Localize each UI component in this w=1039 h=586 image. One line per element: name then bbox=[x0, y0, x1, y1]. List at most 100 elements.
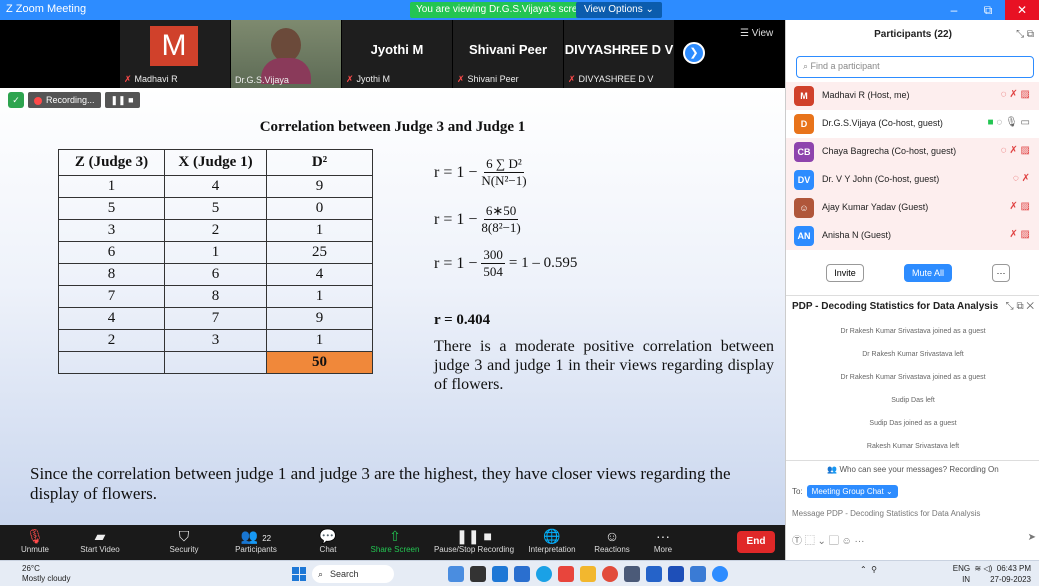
table-row: 479 bbox=[58, 307, 373, 330]
screenshot-icon[interactable]: ⬚ ⌄ bbox=[805, 536, 826, 547]
minimize-icon[interactable]: – bbox=[937, 0, 971, 20]
security-button[interactable]: ⛉ Security bbox=[160, 528, 208, 554]
participant-search-input[interactable]: ⌕ Find a participant bbox=[796, 56, 1034, 78]
maximize-icon[interactable]: ⧉ bbox=[971, 0, 1005, 20]
view-options-button[interactable]: View Options ⌄ bbox=[576, 2, 662, 18]
share-screen-button[interactable]: ⇧ Share Screen bbox=[366, 528, 424, 554]
tile-bigname: Jyothi M bbox=[370, 42, 424, 57]
participant-name: Chaya Bagrecha (Co-host, guest) bbox=[822, 146, 957, 156]
popout-icon[interactable]: ⧉ bbox=[1016, 301, 1023, 312]
more-icon: ··· bbox=[656, 528, 670, 544]
app-icon[interactable] bbox=[470, 566, 486, 582]
globe-icon: 🌐 bbox=[543, 528, 561, 544]
end-meeting-button[interactable]: End bbox=[737, 531, 775, 553]
weather-widget[interactable]: 26°C Mostly cloudy bbox=[22, 564, 70, 584]
mute-all-button[interactable]: Mute All bbox=[904, 264, 952, 282]
chat-label: Chat bbox=[319, 545, 337, 554]
video-tile[interactable]: DIVYASHREE D V ✗ DIVYASHREE D V bbox=[564, 20, 674, 88]
recording-label: Recording... bbox=[46, 95, 95, 105]
video-tile[interactable]: M ✗ Madhavi R bbox=[120, 20, 230, 88]
mic-video-muted-icon: ◌ ✗ ▨ bbox=[1000, 89, 1030, 100]
participant-row[interactable]: CB Chaya Bagrecha (Co-host, guest) ◌ ✗ ▨ bbox=[786, 138, 1039, 166]
title-bar: Z Zoom Meeting You are viewing Dr.G.S.Vi… bbox=[0, 0, 1039, 20]
table-row: 6 1 25 bbox=[58, 241, 373, 264]
edge-icon[interactable] bbox=[536, 566, 552, 582]
collapse-icon[interactable]: ⤡ bbox=[1016, 29, 1024, 40]
avatar: D bbox=[794, 114, 814, 134]
send-icon[interactable]: ➤ bbox=[1028, 532, 1036, 543]
windows-start-icon[interactable] bbox=[292, 567, 306, 581]
chat-message: Dr Rakesh Kumar Srivastava left bbox=[862, 351, 964, 358]
system-tray[interactable]: ⌃ ⚲ bbox=[860, 565, 877, 574]
tile-name: ✗ Madhavi R bbox=[124, 74, 178, 85]
more-icon[interactable]: ··· bbox=[855, 536, 865, 547]
participant-list: M Madhavi R (Host, me) ◌ ✗ ▨ D Dr.G.S.Vijay… bbox=[786, 82, 1039, 250]
video-tile[interactable]: Dr.G.S.Vijaya bbox=[231, 20, 341, 88]
recording-controls[interactable]: ❚❚ ■ bbox=[104, 92, 140, 108]
participant-row[interactable]: ☺ Ajay Kumar Yadav (Guest) ✗ ▨ bbox=[786, 194, 1039, 222]
format-icon[interactable]: Ⓣ bbox=[792, 536, 802, 547]
cell: 8 bbox=[58, 263, 165, 286]
mic-video-muted-icon: ✗ ▨ bbox=[1009, 201, 1030, 212]
formula-rhs: = 1 – 0.595 bbox=[508, 255, 578, 271]
next-page-icon[interactable]: ❯ bbox=[683, 42, 705, 64]
unmute-button[interactable]: 🎙 Unmute bbox=[14, 528, 56, 554]
participant-row[interactable]: AN Anisha N (Guest) ✗ ▨ bbox=[786, 222, 1039, 250]
participant-row[interactable]: M Madhavi R (Host, me) ◌ ✗ ▨ bbox=[786, 82, 1039, 110]
app-icon[interactable] bbox=[646, 566, 662, 582]
shield-icon[interactable]: ✓ bbox=[8, 92, 24, 108]
cell: 6 bbox=[58, 241, 165, 264]
app-icon[interactable] bbox=[448, 566, 464, 582]
emoji-icon[interactable]: ☺ bbox=[842, 536, 852, 547]
chrome-icon[interactable] bbox=[602, 566, 618, 582]
recipient-select[interactable]: Meeting Group Chat ⌄ bbox=[806, 485, 898, 498]
pause-label: Pause/Stop Recording bbox=[433, 545, 515, 554]
reactions-button[interactable]: ☺ Reactions bbox=[590, 528, 634, 554]
mic-muted-icon: ✗ bbox=[457, 74, 465, 84]
more-button[interactable]: ··· More bbox=[648, 528, 678, 554]
zoom-icon[interactable] bbox=[712, 566, 728, 582]
view-layout-button[interactable]: ☰ View bbox=[740, 28, 773, 39]
pause-recording-button[interactable]: ❚❚ ■ Pause/Stop Recording bbox=[432, 528, 516, 554]
mail-icon[interactable] bbox=[514, 566, 530, 582]
popout-icon[interactable]: ⧉ bbox=[1027, 29, 1034, 40]
who-can-see-link[interactable]: 👥 Who can see your messages? Recording O… bbox=[786, 460, 1039, 474]
close-icon[interactable]: ✕ bbox=[1026, 301, 1034, 312]
window-title-text: Zoom Meeting bbox=[15, 3, 87, 15]
app-icon[interactable] bbox=[668, 566, 684, 582]
chat-message-input[interactable]: Message PDP - Decoding Statistics for Da… bbox=[792, 509, 980, 518]
participants-header: Participants (22) ⤡ ⧉ bbox=[786, 20, 1039, 50]
windows-taskbar: 26°C Mostly cloudy ⌕ Search ⌃ ⚲ ENG ≋ ◁) 0… bbox=[0, 560, 1039, 586]
taskbar-search[interactable]: ⌕ Search bbox=[312, 565, 394, 583]
participant-row[interactable]: DV Dr. V Y John (Co-host, guest) ◌ ✗ bbox=[786, 166, 1039, 194]
clock-time: 06:43 PM bbox=[996, 564, 1031, 573]
video-tile[interactable]: Shivani Peer ✗ Shivani Peer bbox=[453, 20, 563, 88]
participant-row[interactable]: D Dr.G.S.Vijaya (Co-host, guest) ■ ◌ 🎙 ▭ bbox=[786, 110, 1039, 138]
chat-button[interactable]: 💬 Chat bbox=[310, 528, 346, 554]
numerator: 6∗50 bbox=[483, 203, 519, 220]
clock-area[interactable]: ENG ≋ ◁) 06:43 PM IN 27-09-2023 bbox=[953, 563, 1031, 585]
close-icon[interactable]: ✕ bbox=[1005, 0, 1039, 20]
tile-name: ✗ DIVYASHREE D V bbox=[568, 74, 653, 85]
table-total-row: 50 bbox=[58, 351, 373, 374]
video-tile[interactable]: Jyothi M ✗ Jyothi M bbox=[342, 20, 452, 88]
viewing-banner: You are viewing Dr.G.S.Vijaya's screen bbox=[410, 2, 595, 18]
folder-icon[interactable] bbox=[580, 566, 596, 582]
file-icon[interactable]: ▢ bbox=[829, 536, 839, 547]
participants-count: 22 bbox=[262, 534, 272, 543]
table-row: 149 bbox=[58, 175, 373, 198]
app-icon[interactable] bbox=[624, 566, 640, 582]
interpretation-label: Interpretation bbox=[528, 545, 576, 554]
start-video-button[interactable]: ▰ Start Video bbox=[72, 528, 128, 554]
more-options-button[interactable]: ··· bbox=[992, 264, 1010, 282]
app-icon[interactable] bbox=[690, 566, 706, 582]
interpretation-button[interactable]: 🌐 Interpretation bbox=[522, 528, 582, 554]
cell: 1 bbox=[164, 241, 267, 264]
app-icon[interactable] bbox=[492, 566, 508, 582]
app-icon[interactable] bbox=[558, 566, 574, 582]
invite-button[interactable]: Invite bbox=[826, 264, 864, 282]
search-icon: ⌕ bbox=[318, 569, 324, 579]
people-icon: 👥 bbox=[827, 465, 838, 474]
participants-button[interactable]: 👥 22 Participants bbox=[226, 528, 286, 554]
collapse-icon[interactable]: ⤡ bbox=[1006, 301, 1014, 312]
